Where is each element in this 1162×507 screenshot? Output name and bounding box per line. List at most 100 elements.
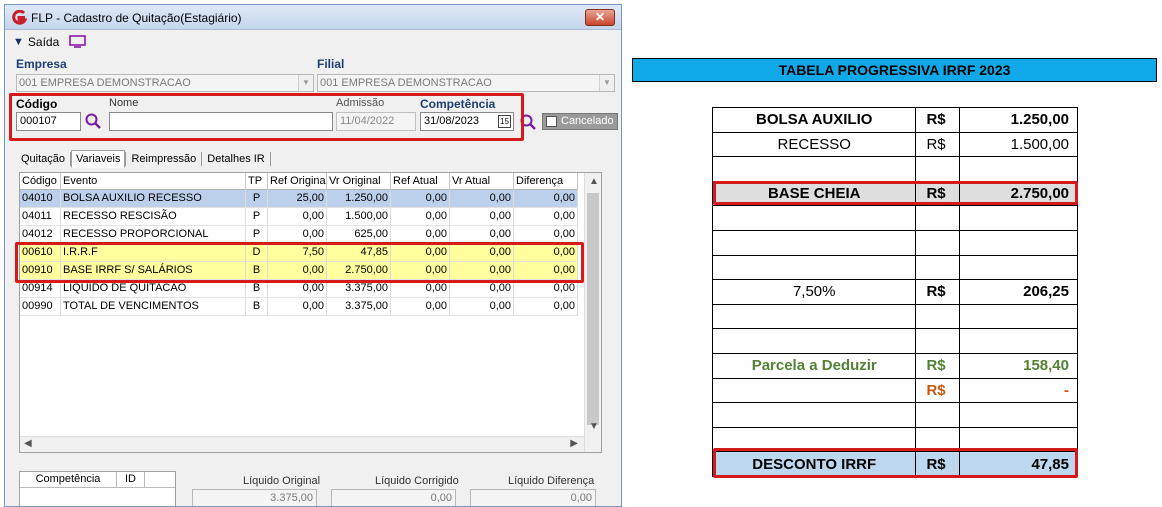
close-button[interactable]: ✕ (585, 9, 615, 26)
irrf-value: 47,85 (959, 451, 1078, 477)
irrf-currency (915, 328, 961, 354)
irrf-currency: R$ (915, 180, 961, 207)
cell-evento: RECESSO PROPORCIONAL (61, 226, 246, 244)
codigo-label: Código (16, 97, 58, 111)
filial-select[interactable]: 001 EMPRESA DEMONSTRACAO ▼ (317, 74, 615, 92)
cell-ref-original: 0,00 (268, 208, 327, 226)
cell-ref-original: 0,00 (268, 262, 327, 280)
irrf-row: BASE CHEIA R$ 2.750,00 (711, 180, 1078, 207)
cell-ref-atual: 0,00 (391, 226, 450, 244)
chevron-down-icon[interactable]: ▼ (298, 75, 313, 91)
irrf-label (711, 303, 917, 330)
irrf-row (711, 303, 1078, 330)
col-header-competencia[interactable]: Competência (20, 472, 117, 488)
irrf-table: BOLSA AUXILIO R$ 1.250,00 RECESSO R$ 1.5… (711, 107, 1078, 477)
cell-vr-atual: 0,00 (450, 280, 514, 298)
empresa-value: 001 EMPRESA DEMONSTRACAO (19, 77, 191, 89)
irrf-label (711, 229, 917, 256)
cell-codigo: 00990 (20, 298, 61, 316)
irrf-row: RECESSO R$ 1.500,00 (711, 131, 1078, 158)
monitor-icon[interactable] (69, 35, 86, 48)
cell-evento: RECESSO RESCISÃO (61, 208, 246, 226)
search-icon[interactable] (84, 112, 102, 130)
vertical-scrollbar[interactable]: ▲ ▼ (584, 173, 601, 452)
horizontal-scrollbar[interactable]: ◀ ▶ (20, 436, 584, 452)
irrf-row (711, 426, 1078, 453)
cell-diferenca: 0,00 (514, 190, 578, 208)
nome-field[interactable] (109, 112, 333, 131)
table-row[interactable]: 00990 TOTAL DE VENCIMENTOS B 0,00 3.375,… (20, 298, 578, 316)
cancelado-label: Cancelado (561, 115, 614, 127)
competencia-table[interactable]: Competência ID (19, 471, 176, 506)
cell-ref-atual: 0,00 (391, 190, 450, 208)
empresa-select[interactable]: 001 EMPRESA DEMONSTRACAO ▼ (16, 74, 314, 92)
irrf-value (959, 205, 1078, 231)
checkbox-square[interactable] (546, 116, 557, 127)
tab-quitacao[interactable]: Quitação (16, 150, 70, 168)
irrf-value (959, 229, 1078, 256)
search-icon[interactable] (519, 113, 537, 131)
cell-vr-atual: 0,00 (450, 208, 514, 226)
irrf-label: RECESSO (711, 131, 917, 158)
col-header-ref-atual[interactable]: Ref Atual (391, 173, 450, 190)
col-header-codigo[interactable]: Código (20, 173, 61, 190)
scroll-thumb[interactable] (587, 193, 599, 425)
cell-vr-atual: 0,00 (450, 244, 514, 262)
competencia-field[interactable]: 31/08/2023 15 (420, 112, 514, 131)
cell-ref-original: 25,00 (268, 190, 327, 208)
table-row[interactable]: 00610 I.R.R.F D 7,50 47,85 0,00 0,00 0,0… (20, 244, 578, 262)
tab-variaveis[interactable]: Variaveis (71, 150, 126, 168)
table-row[interactable]: 04012 RECESSO PROPORCIONAL P 0,00 625,00… (20, 226, 578, 244)
col-header-tp[interactable]: TP (246, 173, 268, 190)
tab-detalhes-ir[interactable]: Detalhes IR (202, 150, 269, 168)
col-header-vr-original[interactable]: Vr Original (327, 173, 391, 190)
events-grid[interactable]: Código Evento TP Ref Original Vr Origina… (19, 172, 602, 453)
filial-label: Filial (317, 57, 345, 71)
irrf-value (959, 254, 1078, 281)
empresa-label: Empresa (16, 57, 67, 71)
irrf-value (959, 402, 1078, 428)
cell-codigo: 00910 (20, 262, 61, 280)
chevron-down-icon[interactable]: ▼ (599, 75, 614, 91)
calendar-icon[interactable]: 15 (498, 115, 511, 128)
irrf-row (711, 328, 1078, 354)
col-header-vr-atual[interactable]: Vr Atual (450, 173, 514, 190)
cell-ref-atual: 0,00 (391, 244, 450, 262)
menu-bar: ▼ Saída (5, 32, 621, 52)
irrf-row (711, 156, 1078, 182)
liquido-diferenca-label: Líquido Diferença (508, 475, 595, 487)
cell-tp: P (246, 208, 268, 226)
cell-ref-original: 0,00 (268, 280, 327, 298)
irrf-currency (915, 229, 961, 256)
irrf-currency: R$ (915, 131, 961, 158)
filial-value: 001 EMPRESA DEMONSTRACAO (320, 77, 492, 89)
tab-reimpressao[interactable]: Reimpressão (126, 150, 201, 168)
irrf-value: 2.750,00 (959, 180, 1078, 207)
scroll-down-icon[interactable]: ▼ (589, 421, 599, 432)
table-row[interactable]: 00914 LIQUIDO DE QUITACAO B 0,00 3.375,0… (20, 280, 578, 298)
col-header-diferenca[interactable]: Diferença (514, 173, 578, 190)
cancelado-checkbox[interactable]: Cancelado (542, 113, 618, 130)
nome-label: Nome (109, 97, 139, 109)
codigo-field[interactable]: 000107 (16, 112, 81, 131)
scroll-up-icon[interactable]: ▲ (589, 176, 599, 187)
scroll-right-icon[interactable]: ▶ (570, 438, 578, 449)
exit-menu-label: Saída (27, 35, 60, 49)
table-row[interactable]: 00910 BASE IRRF S/ SALÁRIOS B 0,00 2.750… (20, 262, 578, 280)
exit-menu[interactable]: ▼ Saída (13, 34, 59, 50)
cell-ref-original: 0,00 (268, 298, 327, 316)
table-row[interactable]: 04011 RECESSO RESCISÃO P 0,00 1.500,00 0… (20, 208, 578, 226)
table-row[interactable]: 04010 BOLSA AUXILIO RECESSO P 25,00 1.25… (20, 190, 578, 208)
col-header-ref-original[interactable]: Ref Original (268, 173, 327, 190)
col-header-id[interactable]: ID (117, 472, 145, 488)
cell-vr-original: 3.375,00 (327, 298, 391, 316)
irrf-row: 7,50% R$ 206,25 (711, 279, 1078, 305)
admissao-field: 11/04/2022 (336, 112, 416, 131)
cell-ref-atual: 0,00 (391, 298, 450, 316)
col-header-evento[interactable]: Evento (61, 173, 246, 190)
cell-evento: I.R.R.F (61, 244, 246, 262)
cell-codigo: 00914 (20, 280, 61, 298)
irrf-value (959, 328, 1078, 354)
scroll-left-icon[interactable]: ◀ (24, 438, 32, 449)
irrf-currency (915, 402, 961, 428)
